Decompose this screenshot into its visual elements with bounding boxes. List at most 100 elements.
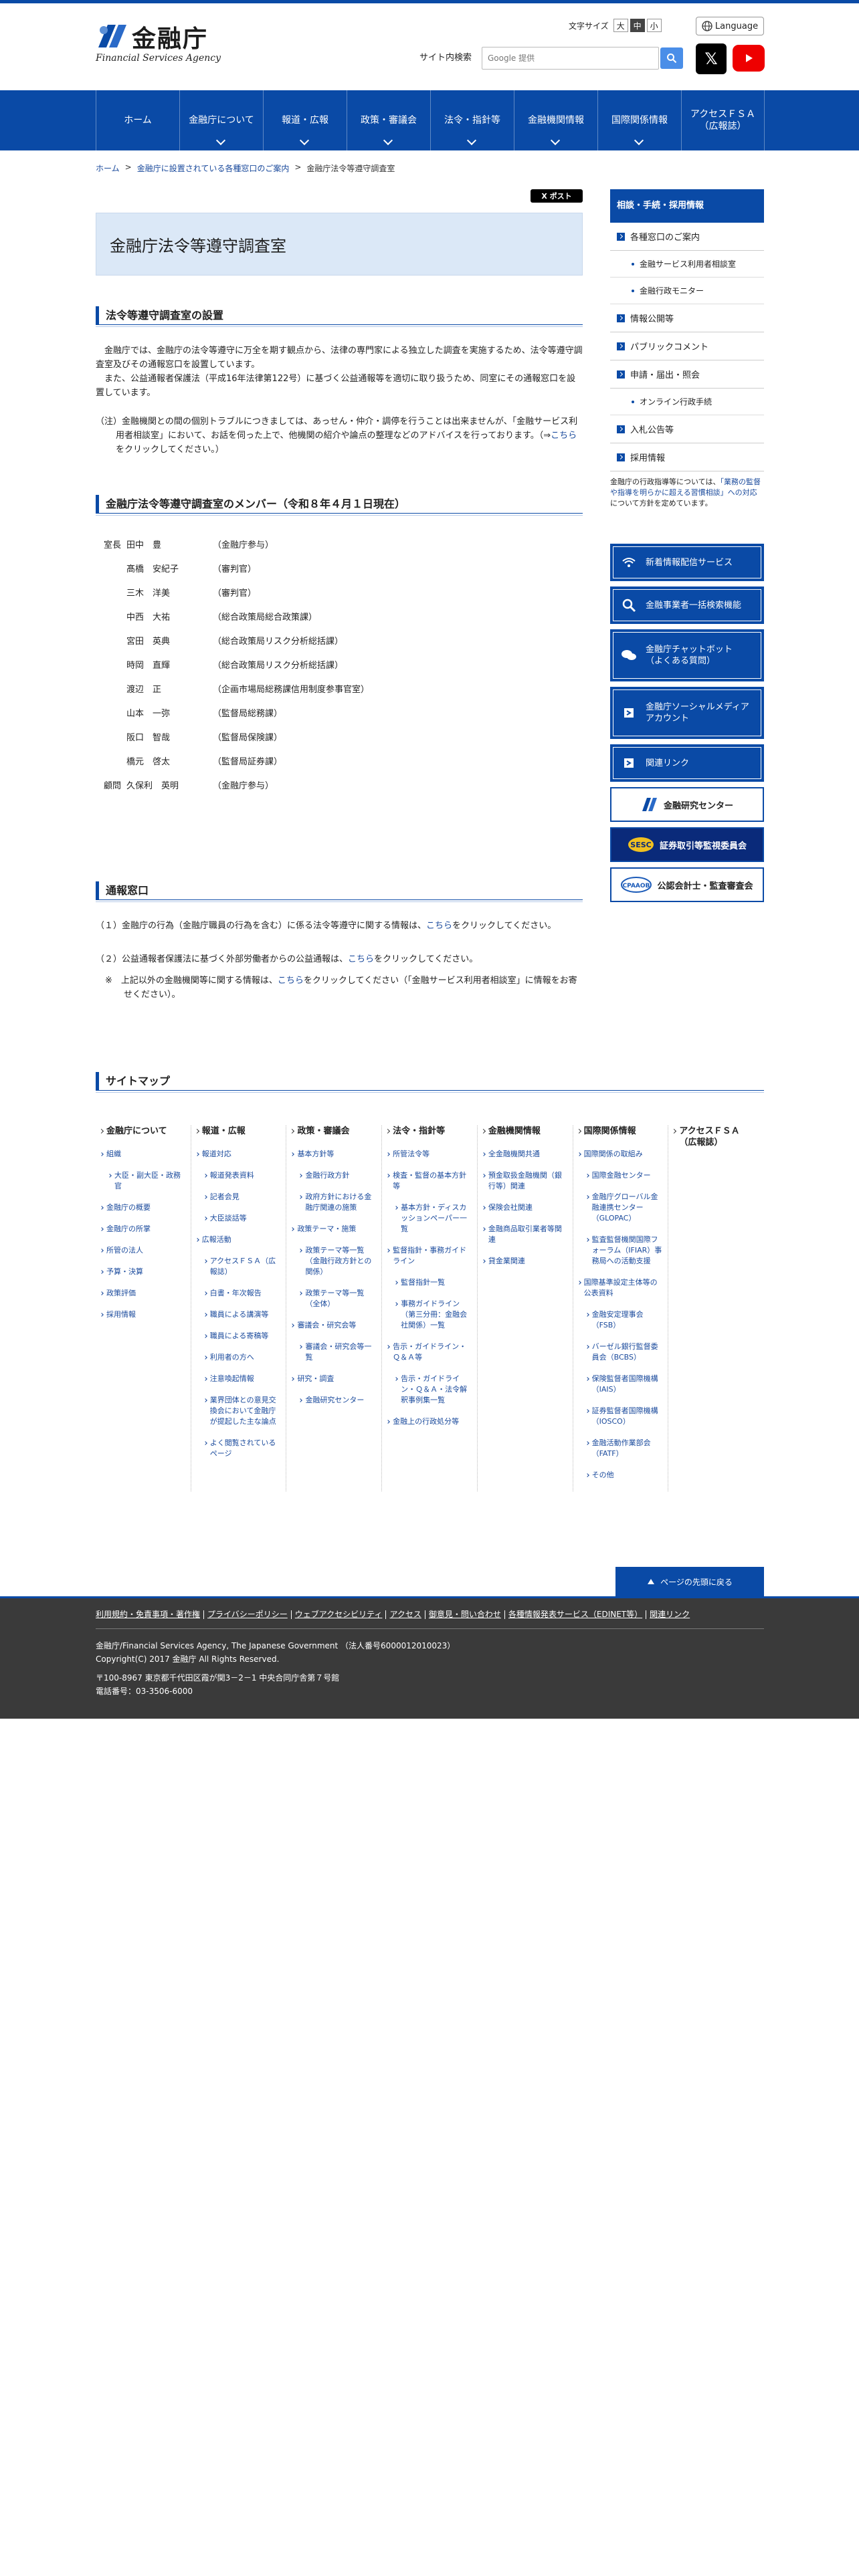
sitemap-link[interactable]: 監督指針一覧: [394, 1277, 473, 1288]
breadcrumb-contacts[interactable]: 金融庁に設置されている各種窓口のご案内: [137, 163, 290, 174]
sidebar-item[interactable]: 金融行政モニター: [610, 278, 764, 304]
sitemap-link[interactable]: 金融活動作業部会（FATF）: [585, 1438, 664, 1459]
sitemap-link[interactable]: 金融庁グローバル金融連携センター（GLOPAC）: [585, 1192, 664, 1224]
x-post-button[interactable]: X ポスト: [531, 189, 583, 203]
sitemap-link[interactable]: 国際関係の取組み: [577, 1149, 664, 1160]
sitemap-link[interactable]: 政策テーマ等一覧（金融行政方針との関係）: [298, 1245, 377, 1277]
sitemap-column-heading[interactable]: アクセスＦＳＡ （広報誌）: [672, 1125, 760, 1148]
sitemap-link[interactable]: 政策テーマ等一覧（全体）: [298, 1288, 377, 1309]
sitemap-link[interactable]: 金融庁の概要: [100, 1202, 187, 1213]
related-links-button[interactable]: 関連リンク: [610, 744, 764, 782]
sitemap-link[interactable]: その他: [585, 1470, 664, 1481]
font-size-medium-button[interactable]: 中: [630, 19, 645, 32]
gnav-about[interactable]: 金融庁について: [179, 90, 263, 150]
sitemap-link[interactable]: 監査監督機関国際フォーラム（IFIAR）事務局への活動支援: [585, 1235, 664, 1267]
sitemap-link[interactable]: 監督指針・事務ガイドライン: [386, 1245, 473, 1267]
sitemap-column-heading[interactable]: 法令・指針等: [386, 1125, 473, 1137]
sitemap-link[interactable]: 政策テーマ・施策: [290, 1224, 377, 1235]
sitemap-column-heading[interactable]: 金融機関情報: [482, 1125, 569, 1137]
report-link-1[interactable]: こちら: [426, 921, 452, 931]
chatbot-button[interactable]: 金融庁チャットボット （よくある質問）: [610, 629, 764, 681]
sitemap-link[interactable]: 国際金融センター: [585, 1170, 664, 1181]
sitemap-link[interactable]: 大臣・副大臣・政務官: [108, 1170, 187, 1192]
sesc-banner[interactable]: SESC 証券取引等監視委員会: [610, 827, 764, 862]
sitemap-link[interactable]: 告示・ガイドライン・Ｑ＆Ａ等: [386, 1341, 473, 1363]
footer-link[interactable]: アクセス: [386, 1610, 425, 1619]
sitemap-link[interactable]: 組織: [100, 1149, 187, 1160]
sitemap-link[interactable]: 全金融機関共通: [482, 1149, 569, 1160]
sitemap-link[interactable]: 研究・調査: [290, 1374, 377, 1384]
sitemap-link[interactable]: よく閲覧されているページ: [203, 1438, 282, 1459]
footer-link[interactable]: プライバシーポリシー: [204, 1610, 292, 1619]
sitemap-link[interactable]: 預金取扱金融機関（銀行等）関連: [482, 1170, 569, 1192]
sitemap-link[interactable]: 金融上の行政処分等: [386, 1416, 473, 1427]
sitemap-link[interactable]: 所管法令等: [386, 1149, 473, 1160]
site-logo[interactable]: 金融庁 Financial Services Agency: [96, 19, 229, 64]
sitemap-link[interactable]: 貸金業関連: [482, 1256, 569, 1267]
sitemap-link[interactable]: 採用情報: [100, 1309, 187, 1320]
sitemap-link[interactable]: 保険会社関連: [482, 1202, 569, 1213]
sitemap-column-heading[interactable]: 国際関係情報: [577, 1125, 664, 1137]
footer-link[interactable]: 関連リンク: [646, 1610, 693, 1619]
gnav-laws[interactable]: 法令・指針等: [430, 90, 514, 150]
sitemap-link[interactable]: 業界団体との意見交換会において金融庁が提起した主な論点: [203, 1395, 282, 1427]
sitemap-link[interactable]: 審議会・研究会等: [290, 1320, 377, 1331]
language-button[interactable]: Language: [696, 17, 764, 35]
sitemap-link[interactable]: 政策評価: [100, 1288, 187, 1299]
sitemap-link[interactable]: 金融行政方針: [298, 1170, 377, 1181]
sidebar-item[interactable]: 各種窓口のご案内: [610, 223, 764, 251]
page-top-button[interactable]: ページの先頭に戻る: [615, 1567, 764, 1596]
sitemap-link[interactable]: 報道対応: [195, 1149, 282, 1160]
breadcrumb-home[interactable]: ホーム: [96, 163, 120, 174]
gnav-international[interactable]: 国際関係情報: [597, 90, 681, 150]
sidebar-item[interactable]: 入札公告等: [610, 415, 764, 443]
sitemap-link[interactable]: 記者会見: [203, 1192, 282, 1202]
sitemap-link[interactable]: 政府方針における金融庁関連の施策: [298, 1192, 377, 1213]
research-center-banner[interactable]: 金融研究センター: [610, 787, 764, 822]
sitemap-link[interactable]: 職員による寄稿等: [203, 1331, 282, 1341]
sidebar-item[interactable]: 金融サービス利用者相談室: [610, 251, 764, 278]
gnav-press[interactable]: 報道・広報: [263, 90, 347, 150]
sidebar-item[interactable]: パブリックコメント: [610, 332, 764, 360]
report-link-2[interactable]: こちら: [348, 954, 374, 964]
search-input[interactable]: Google 提供: [482, 47, 659, 70]
footer-link[interactable]: ウェブアクセシビリティ: [292, 1610, 387, 1619]
font-size-small-button[interactable]: 小: [646, 19, 662, 32]
sitemap-link[interactable]: 証券監督者国際機構（IOSCO）: [585, 1406, 664, 1427]
sitemap-column-heading[interactable]: 政策・審議会: [290, 1125, 377, 1137]
sitemap-link[interactable]: 白書・年次報告: [203, 1288, 282, 1299]
gnav-institutions[interactable]: 金融機関情報: [514, 90, 597, 150]
sitemap-link[interactable]: 金融庁の所掌: [100, 1224, 187, 1235]
font-size-large-button[interactable]: 大: [613, 19, 628, 32]
business-search-button[interactable]: 金融事業者一括検索機能: [610, 586, 764, 624]
sitemap-column-heading[interactable]: 報道・広報: [195, 1125, 282, 1137]
sitemap-link[interactable]: 審議会・研究会等一覧: [298, 1341, 377, 1363]
sitemap-link[interactable]: 金融安定理事会（FSB）: [585, 1309, 664, 1331]
sitemap-link[interactable]: 事務ガイドライン（第三分冊：金融会社関係）一覧: [394, 1299, 473, 1331]
sidebar-item[interactable]: 申請・届出・照会: [610, 360, 764, 389]
sitemap-link[interactable]: 金融商品取引業者等関連: [482, 1224, 569, 1245]
gnav-access-fsa[interactable]: アクセスＦＳＡ （広報誌）: [681, 90, 765, 150]
sitemap-link[interactable]: 検査・監督の基本方針等: [386, 1170, 473, 1192]
sidebar-item[interactable]: 採用情報: [610, 443, 764, 471]
sitemap-link[interactable]: 注意喚起情報: [203, 1374, 282, 1384]
sidebar-item[interactable]: 情報公開等: [610, 304, 764, 332]
sitemap-link[interactable]: 国際基準設定主体等の公表資料: [577, 1277, 664, 1299]
sitemap-link[interactable]: 基本方針・ディスカッションペーパー一覧: [394, 1202, 473, 1235]
youtube-icon[interactable]: [733, 45, 765, 72]
footer-link[interactable]: 御意見・問い合わせ: [425, 1610, 505, 1619]
footer-link[interactable]: 利用規約・免責事項・著作権: [96, 1610, 205, 1619]
search-button[interactable]: [660, 47, 683, 69]
sitemap-link[interactable]: アクセスＦＳＡ（広報誌）: [203, 1256, 282, 1277]
consultation-link[interactable]: こちら: [551, 431, 577, 441]
sitemap-link[interactable]: 金融研究センター: [298, 1395, 377, 1406]
footer-link[interactable]: 各種情報発表サービス（EDINET等）: [505, 1610, 647, 1619]
sitemap-link[interactable]: 利用者の方へ: [203, 1352, 282, 1363]
gnav-policy[interactable]: 政策・審議会: [347, 90, 430, 150]
sidebar-item[interactable]: オンライン行政手続: [610, 389, 764, 415]
gnav-home[interactable]: ホーム: [96, 90, 179, 150]
sitemap-link[interactable]: 報道発表資料: [203, 1170, 282, 1181]
sitemap-link[interactable]: 基本方針等: [290, 1149, 377, 1160]
cpaaob-banner[interactable]: CPAAOB 公認会計士・監査審査会: [610, 867, 764, 902]
sitemap-link[interactable]: 所管の法人: [100, 1245, 187, 1256]
